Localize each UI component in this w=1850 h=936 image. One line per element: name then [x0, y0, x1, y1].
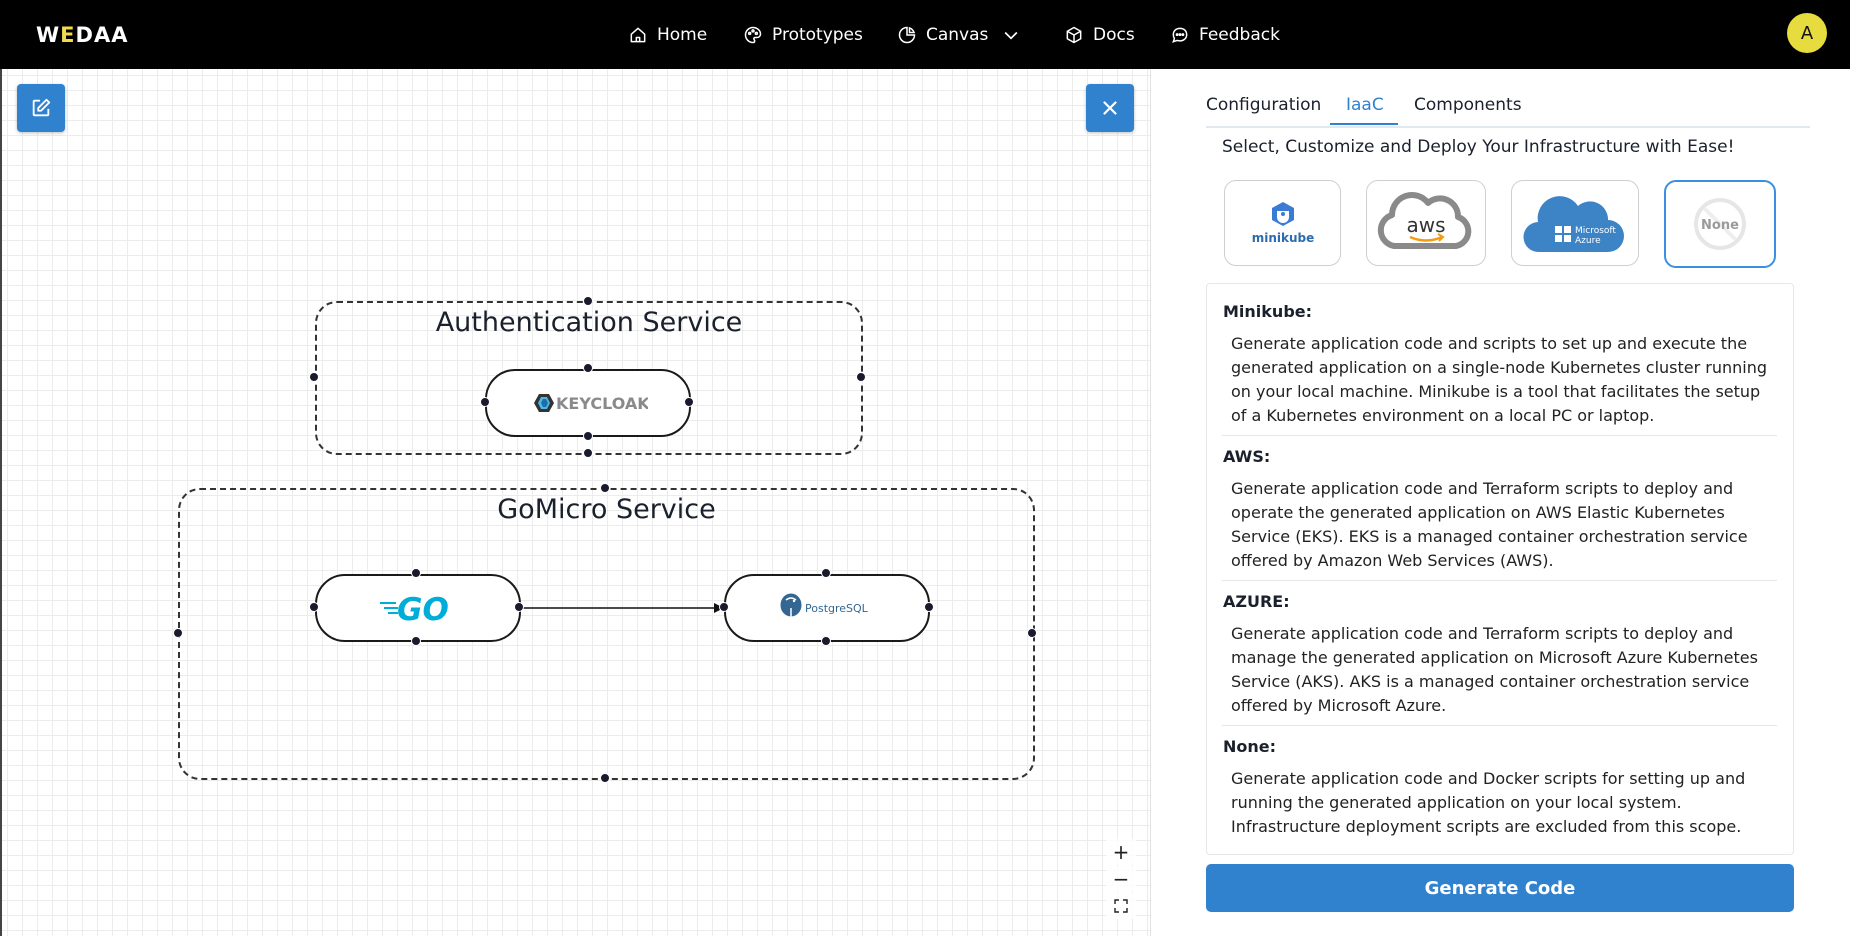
node-keycloak[interactable]: KEYCLOAK: [485, 369, 691, 437]
group-title-gomicro: GoMicro Service: [497, 494, 716, 525]
aws-logo-text: aws: [1406, 213, 1445, 237]
aws-logo: aws: [1377, 192, 1472, 249]
close-panel-button[interactable]: [1086, 84, 1134, 132]
resize-handle[interactable]: [1027, 628, 1037, 638]
box-icon: [1066, 26, 1082, 43]
chevron-down-icon: [1004, 31, 1018, 40]
none-logo-text: None: [1701, 218, 1739, 233]
logo-text-2: DAA: [75, 23, 129, 47]
nav-docs[interactable]: Docs: [1064, 0, 1135, 69]
resize-handle[interactable]: [856, 372, 866, 382]
connection-handle[interactable]: [583, 363, 593, 373]
generate-code-label: Generate Code: [1424, 877, 1576, 899]
desc-divider: [1222, 580, 1777, 581]
zoom-out-button[interactable]: −: [1106, 866, 1136, 892]
postgresql-logo: PostgreSQL: [779, 592, 869, 620]
azure-logo-text-1: Microsoft: [1575, 226, 1616, 236]
connection-handle[interactable]: [309, 602, 319, 612]
zoom-out-label: −: [1112, 867, 1130, 891]
connection-handle[interactable]: [480, 397, 490, 407]
top-navbar: WEDAA Home Prototypes Canvas Docs Feedba…: [0, 0, 1850, 69]
connection-handle[interactable]: [821, 568, 831, 578]
active-tab-indicator: [1330, 123, 1398, 125]
nav-prototypes-label: Prototypes: [772, 24, 863, 45]
group-title-authentication: Authentication Service: [435, 307, 743, 338]
logo-text-1: W: [36, 23, 61, 47]
nav-canvas[interactable]: Canvas: [897, 0, 1021, 69]
edit-icon: [32, 98, 51, 117]
desc-title-none: None:: [1223, 737, 1277, 756]
connection-handle[interactable]: [821, 636, 831, 646]
canvas-edge: [0, 69, 2, 936]
desc-text-azure: Generate application code and Terraform …: [1231, 624, 1758, 715]
zoom-in-button[interactable]: +: [1106, 839, 1136, 865]
edge-go-postgres[interactable]: [518, 598, 728, 618]
palette-icon: [744, 26, 762, 43]
avatar-initial: A: [1800, 22, 1814, 44]
keycloak-logo-text: KEYCLOAK: [556, 394, 648, 413]
nav-docs-label: Docs: [1093, 24, 1135, 45]
desc-divider: [1222, 435, 1777, 436]
pie-chart-icon: [898, 26, 916, 43]
desc-title-minikube: Minikube:: [1223, 302, 1313, 321]
postgresql-logo-text: PostgreSQL: [805, 602, 869, 615]
close-icon: [1103, 101, 1117, 115]
minikube-logo: minikube: [1251, 202, 1314, 245]
desc-title-aws: AWS:: [1223, 447, 1271, 466]
connection-handle[interactable]: [411, 568, 421, 578]
provider-minikube[interactable]: minikube: [1224, 180, 1341, 266]
resize-handle[interactable]: [173, 628, 183, 638]
tab-iaac[interactable]: IaaC: [1346, 95, 1384, 115]
nav-canvas-label: Canvas: [926, 24, 989, 45]
provider-azure[interactable]: Microsoft Azure: [1511, 180, 1639, 266]
desc-text-none: Generate application code and Docker scr…: [1231, 769, 1746, 836]
minikube-logo-text: minikube: [1251, 231, 1314, 245]
connection-handle[interactable]: [583, 431, 593, 441]
provider-aws[interactable]: aws: [1366, 180, 1486, 266]
nav-feedback-label: Feedback: [1199, 24, 1280, 45]
logo-text-accent: E: [60, 23, 76, 47]
desc-text-aws: Generate application code and Terraform …: [1231, 479, 1748, 570]
connection-handle[interactable]: [719, 602, 729, 612]
fit-view-button[interactable]: [1106, 893, 1136, 919]
tab-components[interactable]: Components: [1414, 95, 1522, 115]
keycloak-logo: KEYCLOAK: [534, 394, 648, 413]
desc-text-minikube: Generate application code and scripts to…: [1231, 334, 1768, 425]
go-logo-text: GO: [397, 592, 449, 625]
resize-handle[interactable]: [600, 773, 610, 783]
nav-feedback[interactable]: Feedback: [1170, 0, 1280, 69]
tab-configuration[interactable]: Configuration: [1206, 95, 1321, 115]
desc-title-azure: AZURE:: [1223, 592, 1290, 611]
resize-handle[interactable]: [600, 483, 610, 493]
connection-handle[interactable]: [924, 602, 934, 612]
provider-none[interactable]: None: [1664, 180, 1776, 268]
azure-logo: Microsoft Azure: [1523, 196, 1624, 253]
generate-code-button[interactable]: Generate Code: [1206, 864, 1794, 912]
message-icon: [1172, 27, 1188, 43]
connection-handle[interactable]: [684, 397, 694, 407]
wedaa-logo[interactable]: WEDAA: [36, 23, 128, 47]
nav-prototypes[interactable]: Prototypes: [743, 0, 863, 69]
user-avatar[interactable]: A: [1787, 13, 1827, 53]
resize-handle[interactable]: [583, 296, 593, 306]
node-postgresql[interactable]: PostgreSQL: [724, 574, 930, 642]
fit-view-icon: [1114, 899, 1128, 913]
resize-handle[interactable]: [309, 372, 319, 382]
azure-logo-text-2: Azure: [1575, 236, 1601, 246]
desc-divider: [1222, 725, 1777, 726]
zoom-in-label: +: [1112, 840, 1130, 864]
nav-home-label: Home: [657, 24, 708, 45]
node-go[interactable]: GO: [315, 574, 521, 642]
connection-handle[interactable]: [514, 602, 524, 612]
none-logo: None: [1694, 198, 1746, 250]
home-icon: [630, 27, 646, 42]
nav-home[interactable]: Home: [628, 0, 707, 69]
resize-handle[interactable]: [583, 448, 593, 458]
go-logo: GO: [380, 592, 449, 625]
iaac-intro-text: Select, Customize and Deploy Your Infras…: [1222, 137, 1735, 157]
edit-button[interactable]: [17, 84, 65, 132]
connection-handle[interactable]: [411, 636, 421, 646]
